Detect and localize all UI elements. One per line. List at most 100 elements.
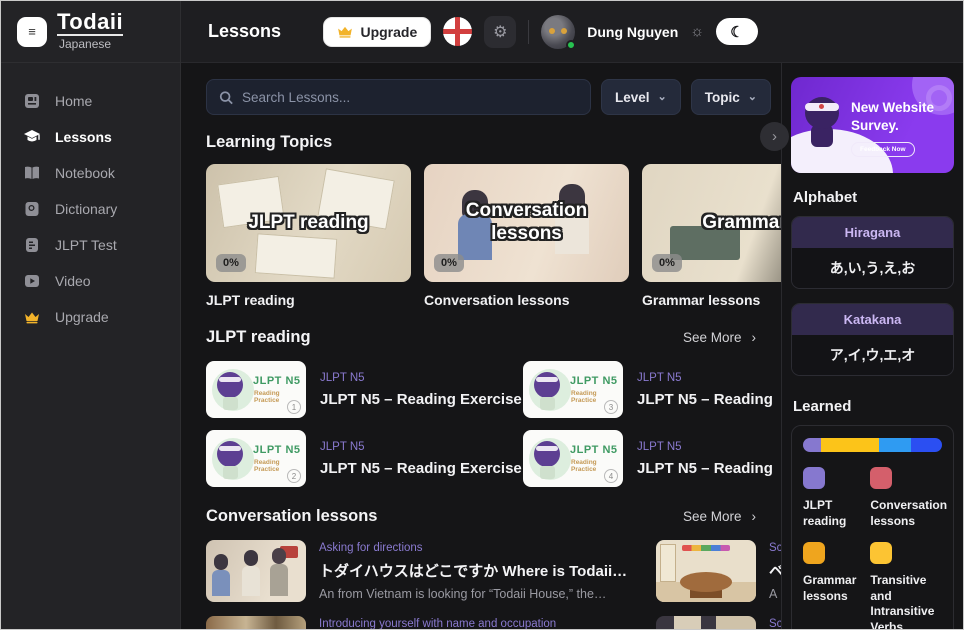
sidebar-item-dictionary[interactable]: Dictionary bbox=[1, 191, 180, 227]
lesson-title: JLPT N5 – Reading Exercise 1 bbox=[320, 391, 506, 408]
search-box[interactable] bbox=[206, 79, 591, 115]
lesson-thumbnail: JLPT N5 Reading Practice 3 bbox=[523, 361, 623, 418]
see-more-label: See More bbox=[683, 509, 742, 524]
app-logo: Todaii bbox=[57, 9, 123, 36]
lesson-title: JLPT N5 – Reading bbox=[637, 460, 773, 477]
learned-progress-bar bbox=[803, 438, 942, 452]
sidebar-item-label: Home bbox=[55, 93, 92, 109]
dark-mode-toggle[interactable]: ☾ bbox=[716, 18, 758, 45]
conversation-tag: Sc bbox=[769, 542, 781, 554]
topic-card-image: Conversation lessons 0% bbox=[424, 164, 629, 282]
mascot-icon bbox=[805, 97, 843, 149]
legend-item: Conversation lessons bbox=[870, 467, 947, 529]
english-flag-icon[interactable] bbox=[443, 17, 472, 46]
sidebar-item-notebook[interactable]: Notebook bbox=[1, 155, 180, 191]
learned-card: JLPT reading Conversation lessons Gramma… bbox=[791, 425, 954, 630]
thumb-title: JLPT N5 bbox=[253, 375, 301, 387]
bar-segment bbox=[803, 438, 821, 452]
lesson-item[interactable]: JLPT N5 Reading Practice 3 JLPT N5 JLPT … bbox=[523, 361, 781, 418]
legend-item: Transitive and Intransitive Verbs bbox=[870, 542, 947, 630]
video-icon bbox=[23, 272, 41, 290]
legend-item: Grammar lessons bbox=[803, 542, 856, 630]
sidebar-item-label: Lessons bbox=[55, 129, 112, 145]
legend-item: JLPT reading bbox=[803, 467, 856, 529]
jlpt-reading-title: JLPT reading bbox=[206, 328, 311, 347]
thumb-number-badge: 3 bbox=[604, 400, 618, 414]
alphabet-card-katakana[interactable]: Katakana ア,イ,ウ,エ,オ bbox=[791, 303, 954, 376]
sidebar-item-upgrade[interactable]: Upgrade bbox=[1, 299, 180, 335]
jlpt-see-more-link[interactable]: See More › bbox=[683, 330, 756, 345]
lesson-title: JLPT N5 – Reading Exercise 2 bbox=[320, 460, 506, 477]
feedback-now-button[interactable]: Feedback Now bbox=[851, 142, 915, 157]
decor-person bbox=[244, 550, 260, 596]
conversation-item[interactable]: Sc bbox=[656, 616, 781, 630]
settings-button[interactable]: ⚙ bbox=[484, 16, 516, 48]
conversation-item-title: トダイハウスはどこですか Where is Todaii… bbox=[319, 560, 627, 581]
app-window: ≡ Todaii Japanese Home Lessons Notebook … bbox=[0, 0, 964, 630]
search-filter-row: Level ⌄ Topic ⌄ bbox=[206, 79, 781, 115]
topic-card-grammar[interactable]: ? ? Grammar 0% Grammar lessons bbox=[642, 164, 781, 308]
conversation-see-more-link[interactable]: See More › bbox=[683, 509, 756, 524]
panel-collapse-button[interactable]: › bbox=[760, 122, 789, 151]
learning-topics-title: Learning Topics bbox=[206, 133, 332, 152]
alphabet-group-sample: ア,イ,ウ,エ,オ bbox=[792, 335, 953, 375]
header-controls: Upgrade ⚙ Dung Nguyen ☼ ☾ bbox=[323, 15, 758, 49]
topic-card-conversation[interactable]: Conversation lessons 0% Conversation les… bbox=[424, 164, 629, 308]
legend-swatch bbox=[870, 467, 892, 489]
topic-filter-label: Topic bbox=[705, 90, 740, 105]
thumb-title: JLPT N5 bbox=[570, 375, 618, 387]
lesson-title: JLPT N5 – Reading bbox=[637, 391, 773, 408]
topic-card-label: Conversation lessons bbox=[424, 292, 629, 308]
thumb-title: JLPT N5 bbox=[570, 444, 618, 456]
user-avatar[interactable] bbox=[541, 15, 575, 49]
topic-card-image: ? ? Grammar 0% bbox=[642, 164, 781, 282]
level-filter-label: Level bbox=[615, 90, 650, 105]
alphabet-card-hiragana[interactable]: Hiragana あ,い,う,え,お bbox=[791, 216, 954, 289]
sidebar-item-label: Notebook bbox=[55, 165, 115, 181]
page-title: Lessons bbox=[208, 21, 281, 42]
conversation-item[interactable]: Asking for directions トダイハウスはどこですか Where… bbox=[206, 540, 656, 602]
sidebar-item-label: JLPT Test bbox=[55, 237, 117, 253]
sidebar-item-home[interactable]: Home bbox=[1, 83, 180, 119]
survey-banner[interactable]: New Website Survey. Feedback Now bbox=[791, 77, 954, 173]
alphabet-heading: Alphabet bbox=[793, 189, 964, 206]
lesson-tag: JLPT N5 bbox=[320, 441, 506, 453]
lesson-thumbnail: JLPT N5 Reading Practice 2 bbox=[206, 430, 306, 487]
sidebar-item-video[interactable]: Video bbox=[1, 263, 180, 299]
thumb-number-badge: 2 bbox=[287, 469, 301, 483]
avatar-eye bbox=[549, 28, 555, 34]
sidebar-item-jlpt-test[interactable]: JLPT Test bbox=[1, 227, 180, 263]
notebook-icon bbox=[23, 164, 41, 182]
legend-label: Transitive and Intransitive Verbs bbox=[870, 573, 947, 630]
sidebar-item-lessons[interactable]: Lessons bbox=[1, 119, 180, 155]
lesson-item[interactable]: JLPT N5 Reading Practice 2 JLPT N5 JLPT … bbox=[206, 430, 506, 487]
search-input[interactable] bbox=[242, 90, 578, 105]
graduation-cap-icon bbox=[23, 128, 41, 146]
topic-card-jlpt-reading[interactable]: JLPT reading 0% JLPT reading bbox=[206, 164, 411, 308]
hamburger-menu-icon[interactable]: ≡ bbox=[17, 17, 47, 47]
lesson-item[interactable]: JLPT N5 Reading Practice 4 JLPT N5 JLPT … bbox=[523, 430, 781, 487]
dictionary-icon bbox=[23, 200, 41, 218]
chevron-down-icon: ⌄ bbox=[748, 90, 757, 103]
conversation-thumbnail bbox=[656, 616, 756, 630]
conversation-tag: Sc bbox=[769, 618, 781, 630]
conversation-tag: Introducing yourself with name and occup… bbox=[319, 618, 556, 630]
light-mode-sun-icon[interactable]: ☼ bbox=[690, 23, 704, 40]
lesson-item[interactable]: JLPT N5 Reading Practice 1 JLPT N5 JLPT … bbox=[206, 361, 506, 418]
see-more-label: See More bbox=[683, 330, 742, 345]
conversation-thumbnail bbox=[656, 540, 756, 602]
topic-filter-dropdown[interactable]: Topic ⌄ bbox=[691, 79, 771, 115]
conversation-item[interactable]: Introducing yourself with name and occup… bbox=[206, 616, 656, 630]
sidebar-item-label: Dictionary bbox=[55, 201, 117, 217]
upgrade-button[interactable]: Upgrade bbox=[323, 17, 431, 47]
sidebar-nav: Home Lessons Notebook Dictionary JLPT Te… bbox=[1, 63, 180, 335]
upgrade-button-label: Upgrade bbox=[360, 24, 417, 40]
bar-segment bbox=[821, 438, 879, 452]
learning-topics-header: Learning Topics bbox=[206, 133, 756, 152]
decor-person bbox=[214, 554, 230, 596]
alphabet-group-name: Hiragana bbox=[792, 217, 953, 248]
level-filter-dropdown[interactable]: Level ⌄ bbox=[601, 79, 681, 115]
lesson-tag: JLPT N5 bbox=[320, 372, 506, 384]
conversation-item-desc: An from Vietnam is looking for “Todaii H… bbox=[319, 587, 627, 601]
conversation-item[interactable]: Sc ベ A bbox=[656, 540, 781, 602]
